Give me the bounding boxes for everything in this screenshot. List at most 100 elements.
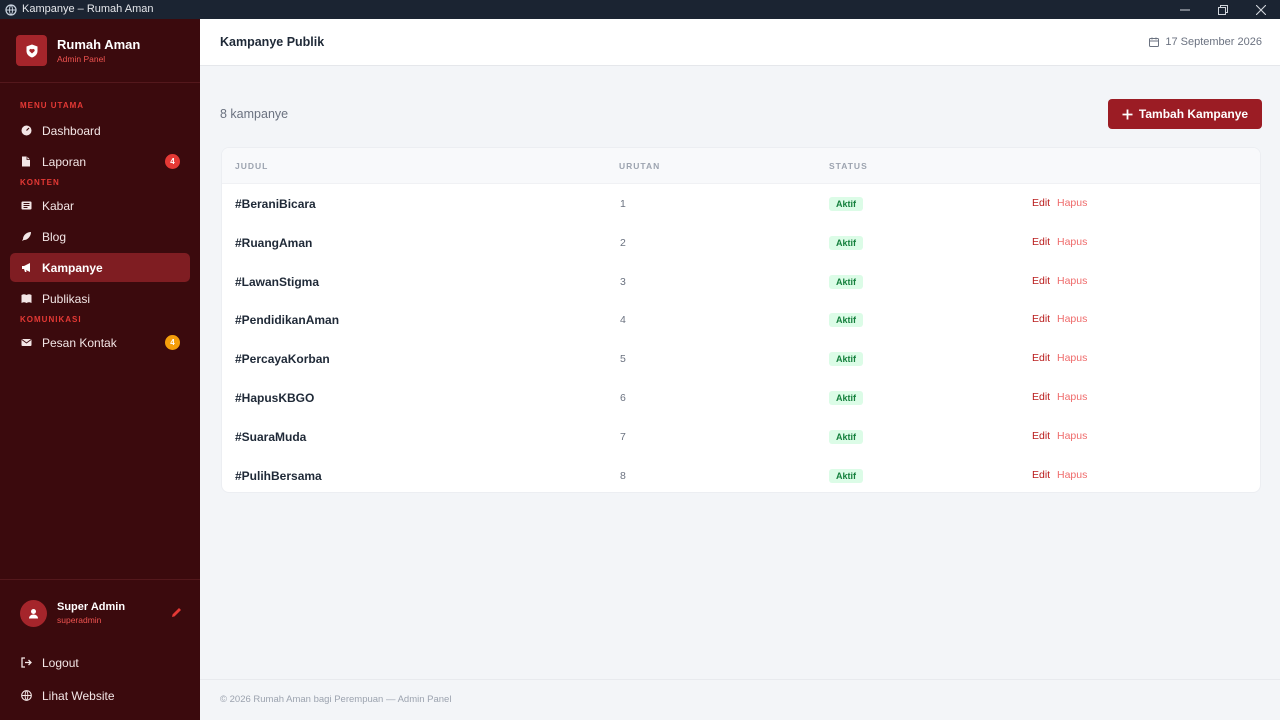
logout-label: Logout	[42, 655, 79, 670]
campaign-title: #RuangAman	[235, 235, 313, 250]
close-icon	[1256, 4, 1266, 15]
avatar	[20, 599, 47, 627]
brand: Rumah Aman Admin Panel	[0, 19, 200, 83]
user-handle: superadmin	[57, 615, 102, 625]
nav-section-main: MENU UTAMA	[20, 101, 85, 110]
edit-link[interactable]: Edit	[1032, 197, 1050, 209]
sidebar-footer: Super Admin superadmin Logout Lihat Webs…	[0, 579, 200, 712]
table-row: #BeraniBicara 1 Aktif Edit Hapus	[222, 184, 1260, 223]
shield-heart-icon	[26, 44, 37, 57]
campaign-title: #PercayaKorban	[235, 352, 330, 367]
user-icon	[29, 608, 38, 618]
view-website-link[interactable]: Lihat Website	[0, 679, 200, 712]
campaign-order: 5	[620, 353, 626, 366]
window-title: Kampanye – Rumah Aman	[22, 3, 154, 15]
brand-subtitle: Admin Panel	[57, 54, 106, 64]
delete-link[interactable]: Hapus	[1057, 352, 1087, 364]
brand-logo	[16, 35, 47, 66]
edit-link[interactable]: Edit	[1032, 352, 1050, 364]
globe-icon	[21, 690, 32, 701]
newspaper-icon	[21, 200, 32, 211]
page-title: Kampanye Publik	[220, 35, 325, 49]
edit-link[interactable]: Edit	[1032, 236, 1050, 248]
status-badge: Aktif	[829, 197, 863, 211]
delete-link[interactable]: Hapus	[1057, 313, 1087, 325]
sidebar-item-label: Kampanye	[42, 260, 103, 275]
delete-link[interactable]: Hapus	[1057, 275, 1087, 287]
envelope-icon	[21, 337, 32, 348]
sidebar-item-blog[interactable]: Blog	[10, 222, 190, 251]
campaign-title: #HapusKBGO	[235, 390, 315, 405]
date-text: 17 September 2026	[1165, 36, 1262, 48]
user-profile: Super Admin superadmin	[0, 580, 200, 646]
campaign-order: 4	[620, 314, 626, 327]
pencil-icon[interactable]	[171, 607, 182, 618]
column-header-title: JUDUL	[235, 161, 269, 171]
edit-link[interactable]: Edit	[1032, 469, 1050, 481]
delete-link[interactable]: Hapus	[1057, 197, 1087, 209]
campaign-title: #PendidikanAman	[235, 313, 340, 328]
brand-name: Rumah Aman	[57, 37, 141, 52]
minimize-icon	[1180, 9, 1190, 10]
column-header-status: STATUS	[829, 161, 868, 171]
laporan-count-badge: 4	[165, 154, 180, 169]
campaign-order: 8	[620, 469, 626, 482]
sidebar-item-laporan[interactable]: Laporan 4	[10, 147, 190, 176]
edit-link[interactable]: Edit	[1032, 313, 1050, 325]
logout-link[interactable]: Logout	[0, 646, 200, 679]
campaign-count: 8 kampanye	[220, 107, 289, 121]
sidebar-nav: MENU UTAMA Dashboard Laporan 4 KONTEN Ka…	[0, 101, 200, 357]
sidebar-item-label: Blog	[42, 229, 67, 244]
table-header: JUDUL URUTAN STATUS	[222, 148, 1260, 184]
page-footer: © 2026 Rumah Aman bagi Perempuan — Admin…	[200, 679, 1280, 720]
status-badge: Aktif	[829, 390, 863, 405]
plus-icon	[1122, 109, 1133, 119]
edit-link[interactable]: Edit	[1032, 391, 1050, 403]
close-window-button[interactable]	[1242, 0, 1280, 19]
campaign-order: 1	[620, 198, 626, 210]
table-row: #PendidikanAman 4 Aktif Edit Hapus	[222, 300, 1260, 339]
logout-icon	[21, 657, 32, 668]
footer-text: © 2026 Rumah Aman bagi Perempuan — Admin…	[220, 694, 452, 705]
view-website-label: Lihat Website	[42, 688, 115, 703]
delete-link[interactable]: Hapus	[1057, 469, 1087, 481]
delete-link[interactable]: Hapus	[1057, 391, 1087, 403]
sidebar-item-label: Dashboard	[42, 123, 101, 138]
sidebar-item-kampanye[interactable]: Kampanye	[10, 253, 190, 282]
status-badge: Aktif	[829, 235, 863, 250]
status-badge: Aktif	[829, 274, 863, 289]
edit-link[interactable]: Edit	[1032, 430, 1050, 442]
sidebar-item-pesan-kontak[interactable]: Pesan Kontak 4	[10, 328, 190, 357]
column-header-order: URUTAN	[619, 161, 661, 171]
table-row: #RuangAman 2 Aktif Edit Hapus	[222, 223, 1260, 262]
campaign-title: #PulihBersama	[235, 468, 322, 483]
sidebar-item-kabar[interactable]: Kabar	[10, 191, 190, 220]
file-icon	[21, 156, 32, 167]
nav-section-content: KONTEN	[20, 178, 60, 187]
delete-link[interactable]: Hapus	[1057, 430, 1087, 442]
window-titlebar: Kampanye – Rumah Aman	[0, 0, 1280, 19]
calendar-icon	[1149, 37, 1160, 47]
sidebar-item-publikasi[interactable]: Publikasi	[10, 284, 190, 313]
status-badge: Aktif	[829, 468, 863, 483]
edit-link[interactable]: Edit	[1032, 275, 1050, 287]
campaign-title: #LawanStigma	[235, 274, 320, 289]
sidebar: Rumah Aman Admin Panel MENU UTAMA Dashbo…	[0, 19, 200, 720]
sidebar-item-label: Publikasi	[42, 291, 91, 306]
minimize-button[interactable]	[1166, 0, 1204, 19]
book-open-icon	[21, 293, 32, 304]
restore-icon	[1218, 4, 1228, 15]
campaign-table: JUDUL URUTAN STATUS #BeraniBicara 1 Akti…	[221, 147, 1261, 493]
campaign-order: 2	[620, 236, 626, 249]
delete-link[interactable]: Hapus	[1057, 236, 1087, 248]
campaign-order: 6	[620, 391, 626, 404]
sidebar-item-label: Kabar	[42, 198, 75, 213]
add-campaign-button[interactable]: Tambah Kampanye	[1108, 99, 1262, 129]
restore-button[interactable]	[1204, 0, 1242, 19]
dashboard-icon	[21, 125, 32, 136]
campaign-title: #BeraniBicara	[235, 197, 316, 211]
sidebar-item-dashboard[interactable]: Dashboard	[10, 116, 190, 145]
globe-icon	[5, 3, 17, 16]
nav-section-communication: KOMUNIKASI	[20, 315, 82, 324]
campaign-order: 3	[620, 275, 626, 288]
